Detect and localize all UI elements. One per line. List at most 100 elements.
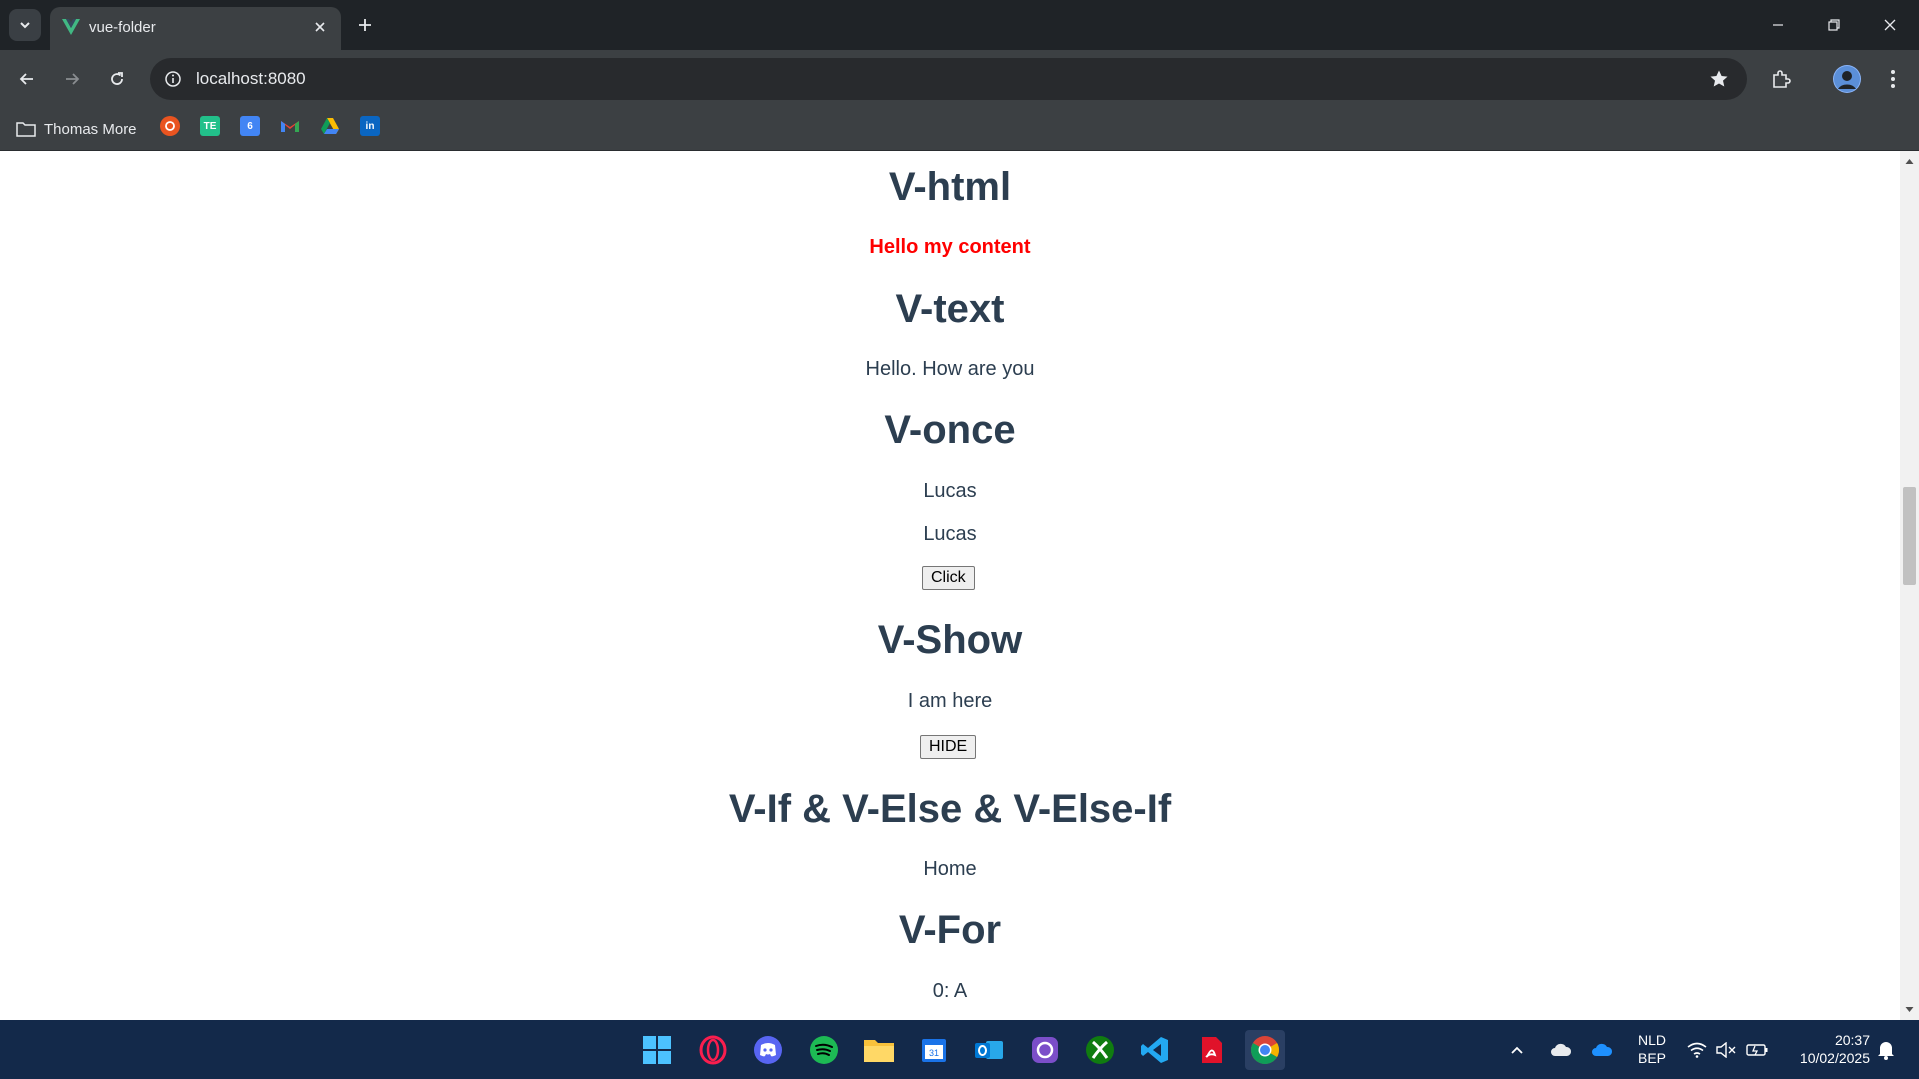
- more-vertical-icon: [1891, 70, 1895, 88]
- tab-search-button[interactable]: [9, 9, 41, 41]
- folder-icon: [16, 122, 36, 137]
- te-icon: TE: [203, 120, 217, 132]
- bookmark-google-calendar[interactable]: 6: [240, 116, 260, 136]
- taskbar-calendar[interactable]: 31: [914, 1030, 954, 1070]
- ubuntu-icon: [165, 121, 175, 131]
- vshow-heading: V-Show: [877, 618, 1023, 662]
- tray-overflow-button[interactable]: [1503, 1030, 1531, 1070]
- bookmark-te[interactable]: TE: [200, 116, 220, 136]
- notifications-button[interactable]: [1872, 1030, 1900, 1070]
- close-icon: [315, 22, 325, 32]
- bookmark-linkedin[interactable]: in: [360, 116, 380, 136]
- taskbar-acrobat[interactable]: [1190, 1030, 1230, 1070]
- browser-tab-strip: vue-folder: [0, 0, 1919, 50]
- tray-onedrive-business[interactable]: [1588, 1030, 1616, 1070]
- hide-button[interactable]: HIDE: [920, 735, 977, 759]
- vif-content: Home: [923, 858, 977, 880]
- plus-icon: [359, 19, 371, 31]
- info-icon: [165, 71, 181, 87]
- tab-title: vue-folder: [89, 19, 156, 36]
- keyboard-layout: BEP: [1637, 1050, 1666, 1066]
- bookmark-gmail[interactable]: [280, 116, 300, 136]
- taskbar-discord[interactable]: [748, 1030, 788, 1070]
- vhtml-content: Hello my content: [869, 236, 1031, 258]
- click-button[interactable]: Click: [922, 566, 975, 590]
- close-window-button[interactable]: [1862, 0, 1917, 50]
- reload-button[interactable]: [101, 63, 133, 95]
- bookmark-folder-thomas-more[interactable]: Thomas More: [16, 117, 137, 141]
- forward-button[interactable]: [56, 63, 88, 95]
- discord-icon: [754, 1036, 782, 1064]
- taskbar-xbox[interactable]: [1080, 1030, 1120, 1070]
- windows-logo-icon: [643, 1036, 671, 1064]
- extensions-button[interactable]: [1765, 63, 1797, 95]
- reload-icon: [111, 72, 123, 85]
- vtext-heading: V-text: [895, 287, 1005, 331]
- chrome-menu-button[interactable]: [1877, 63, 1909, 95]
- restore-icon: [1827, 19, 1840, 31]
- address-bar[interactable]: localhost:8080: [150, 58, 1747, 100]
- start-button[interactable]: [637, 1030, 677, 1070]
- back-button[interactable]: [11, 63, 43, 95]
- calendar-day-label: 31: [929, 1048, 939, 1058]
- taskbar-spotify[interactable]: [804, 1030, 844, 1070]
- bookmark-star-button[interactable]: [1707, 67, 1731, 91]
- bookmark-ubuntu[interactable]: [160, 116, 180, 136]
- scrollbar-thumb[interactable]: [1903, 487, 1916, 585]
- close-icon: [1884, 19, 1895, 31]
- cloud-icon: [1551, 1043, 1572, 1056]
- puzzle-icon: [1773, 70, 1791, 88]
- language-indicator[interactable]: NLD BEP: [1632, 1031, 1672, 1067]
- clock[interactable]: 20:37 10/02/2025: [1780, 1031, 1870, 1067]
- bell-icon: [1878, 1042, 1894, 1060]
- vscode-icon: [1141, 1037, 1168, 1063]
- vonce-heading: V-once: [884, 408, 1016, 452]
- tray-volume[interactable]: [1712, 1030, 1740, 1070]
- minimize-button[interactable]: [1750, 0, 1805, 50]
- vonce-name-live: Lucas: [923, 523, 977, 545]
- taskbar-file-explorer[interactable]: [859, 1030, 899, 1070]
- url-text[interactable]: localhost:8080: [196, 69, 306, 89]
- acrobat-icon: [1202, 1037, 1222, 1063]
- clock-date: 10/02/2025: [1799, 1050, 1870, 1066]
- cloud-icon: [1592, 1043, 1613, 1056]
- vshow-content: I am here: [907, 690, 993, 712]
- browser-toolbar: localhost:8080: [0, 50, 1919, 108]
- tray-onedrive-personal[interactable]: [1547, 1030, 1575, 1070]
- scroll-up-arrow-icon[interactable]: [1905, 157, 1914, 166]
- taskbar-outlook[interactable]: [969, 1030, 1009, 1070]
- calendar-icon: 31: [922, 1039, 946, 1062]
- profile-avatar[interactable]: [1833, 65, 1861, 93]
- scroll-down-arrow-icon[interactable]: [1905, 1005, 1914, 1014]
- arrow-right-icon: [66, 73, 80, 85]
- bookmark-folder-label: Thomas More: [44, 120, 137, 138]
- bookmark-google-drive[interactable]: [320, 116, 340, 136]
- vhtml-heading: V-html: [888, 165, 1012, 209]
- xbox-icon: [1086, 1036, 1114, 1064]
- opera-gx-icon: [699, 1035, 727, 1065]
- restore-button[interactable]: [1806, 0, 1861, 50]
- tray-battery[interactable]: [1743, 1030, 1771, 1070]
- tray-wifi[interactable]: [1683, 1030, 1711, 1070]
- star-icon: [1710, 70, 1728, 87]
- battery-icon: [1746, 1044, 1768, 1056]
- new-tab-button[interactable]: [352, 12, 378, 38]
- site-info-button[interactable]: [160, 66, 186, 92]
- windows-taskbar: 31 NLD BEP 20:37 10/02/2025: [0, 1020, 1919, 1079]
- vonce-name-once: Lucas: [923, 480, 977, 502]
- minimize-icon: [1772, 24, 1783, 26]
- taskbar-chrome[interactable]: [1245, 1030, 1285, 1070]
- page-scrollbar[interactable]: [1900, 151, 1919, 1020]
- tab-close-button[interactable]: [309, 16, 331, 38]
- taskbar-vscode[interactable]: [1135, 1030, 1175, 1070]
- screenshot-icon: [1032, 1037, 1058, 1063]
- chevron-up-icon: [1511, 1046, 1523, 1054]
- language-code: NLD: [1637, 1032, 1666, 1048]
- taskbar-opera-gx[interactable]: [693, 1030, 733, 1070]
- browser-tab[interactable]: vue-folder: [50, 7, 341, 50]
- clock-time: 20:37: [1834, 1032, 1870, 1048]
- linkedin-icon: in: [365, 120, 375, 132]
- taskbar-snipping-tool[interactable]: [1025, 1030, 1065, 1070]
- folder-icon: [864, 1040, 894, 1062]
- vif-heading: V-If & V-Else & V-Else-If: [728, 787, 1172, 831]
